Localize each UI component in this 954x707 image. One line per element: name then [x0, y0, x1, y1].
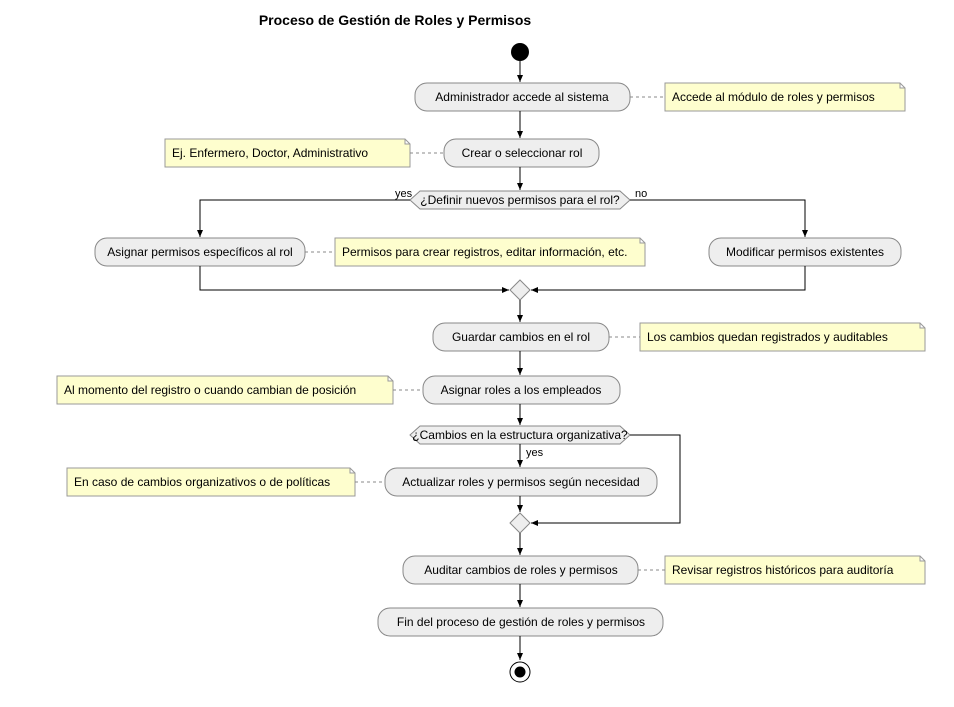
- start-node: [511, 43, 529, 61]
- edge-label-no-1: no: [635, 188, 647, 200]
- decision-define-perms-label: ¿Definir nuevos permisos para el rol?: [420, 193, 620, 207]
- activity-assign-specific-label: Asignar permisos específicos al rol: [107, 245, 292, 259]
- edge-label-yes-1: yes: [395, 188, 413, 200]
- decision-org-changes-label: ¿Cambios en la estructura organizativa?: [412, 428, 628, 442]
- note-update-label: En caso de cambios organizativos o de po…: [74, 475, 330, 489]
- activity-end-process-label: Fin del proceso de gestión de roles y pe…: [397, 615, 645, 629]
- activity-admin-access-label: Administrador accede al sistema: [435, 90, 609, 104]
- note-create-label: Ej. Enfermero, Doctor, Administrativo: [172, 146, 368, 160]
- note-save-label: Los cambios quedan registrados y auditab…: [647, 330, 888, 344]
- merge-node-2: [510, 513, 530, 533]
- flowchart-diagram: Proceso de Gestión de Roles y Permisos A…: [0, 0, 954, 707]
- activity-audit-label: Auditar cambios de roles y permisos: [424, 563, 617, 577]
- end-node-inner: [515, 667, 526, 678]
- edge-label-yes-2: yes: [526, 447, 544, 459]
- note-assign-roles-label: Al momento del registro o cuando cambian…: [64, 383, 356, 397]
- diagram-title: Proceso de Gestión de Roles y Permisos: [259, 12, 532, 28]
- note-assign-specific-label: Permisos para crear registros, editar in…: [342, 245, 627, 259]
- note-audit-label: Revisar registros históricos para audito…: [672, 563, 894, 577]
- merge-node-1: [510, 280, 530, 300]
- activity-assign-roles-label: Asignar roles a los empleados: [441, 383, 602, 397]
- activity-save-changes-label: Guardar cambios en el rol: [452, 330, 590, 344]
- note-access-label: Accede al módulo de roles y permisos: [672, 90, 875, 104]
- activity-modify-existing-label: Modificar permisos existentes: [726, 245, 884, 259]
- activity-update-roles-label: Actualizar roles y permisos según necesi…: [402, 475, 639, 489]
- activity-create-role-label: Crear o seleccionar rol: [462, 146, 583, 160]
